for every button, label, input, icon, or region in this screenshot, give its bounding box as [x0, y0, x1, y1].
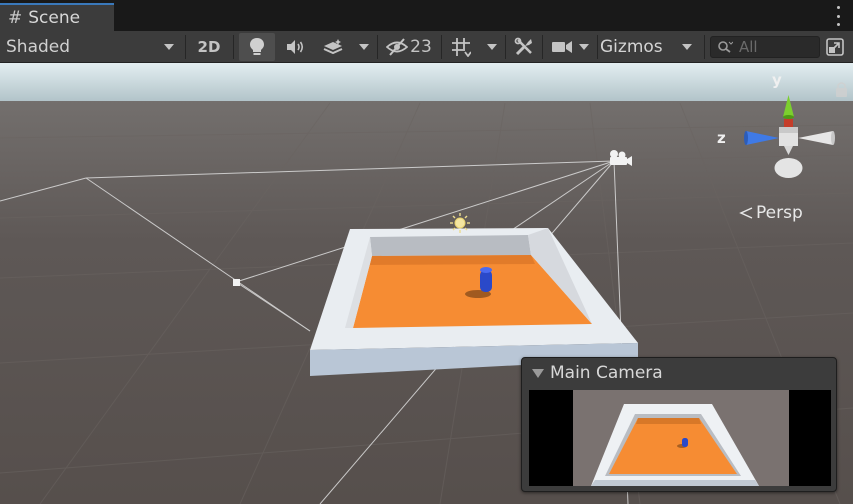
- camera-settings-button[interactable]: [544, 33, 596, 61]
- effects-dropdown[interactable]: [352, 33, 376, 61]
- axis-z-label: z: [717, 129, 726, 147]
- search-placeholder: All: [739, 38, 758, 56]
- collapse-triangle-icon[interactable]: [532, 368, 544, 378]
- chevron-down-icon: [359, 44, 369, 50]
- gizmo-x-neg-axis[interactable]: [798, 131, 833, 145]
- arena-back-wall: [370, 235, 531, 256]
- tab-scene[interactable]: # Scene: [0, 3, 114, 31]
- scene-toolbar: Shaded 2D 23 Gizmos All: [0, 31, 853, 63]
- sun-icon[interactable]: [450, 213, 470, 233]
- capsule-top: [480, 267, 492, 273]
- chevron-left-icon: [739, 207, 753, 219]
- scene-visibility-button[interactable]: 23: [380, 33, 438, 61]
- scene-search-input[interactable]: All: [710, 36, 820, 58]
- player-capsule[interactable]: [480, 270, 492, 292]
- chevron-down-icon: [682, 44, 692, 50]
- chevron-down-icon: [487, 44, 497, 50]
- camera-preview-image: [529, 390, 831, 486]
- search-icon: [718, 41, 733, 53]
- gizmo-y-axis[interactable]: [783, 95, 794, 117]
- more-options-icon[interactable]: [835, 6, 841, 26]
- tools-icon: [514, 37, 532, 56]
- grid-dropdown[interactable]: [480, 33, 504, 61]
- effects-layers-icon: [323, 39, 343, 55]
- lighting-toggle-button[interactable]: [239, 33, 275, 61]
- effects-toggle-button[interactable]: [316, 33, 350, 61]
- tab-scene-label: Scene: [28, 8, 81, 28]
- video-camera-icon: [552, 41, 572, 53]
- gizmo-y-neg-axis[interactable]: [774, 158, 803, 178]
- gizmo-z-axis[interactable]: [746, 131, 779, 145]
- gizmos-dropdown[interactable]: Gizmos: [598, 33, 702, 61]
- grid-icon: [452, 38, 471, 57]
- frustum-handle[interactable]: [233, 279, 240, 286]
- camera-preview-panel[interactable]: Main Camera: [521, 357, 837, 492]
- lock-icon[interactable]: [836, 82, 847, 97]
- chevron-down-icon: [579, 44, 589, 50]
- maximize-view-button[interactable]: [822, 33, 848, 61]
- orientation-gizmo[interactable]: [733, 63, 853, 193]
- hash-icon: #: [8, 8, 23, 28]
- audio-toggle-button[interactable]: [277, 33, 313, 61]
- projection-toggle[interactable]: Persp: [738, 203, 803, 223]
- projection-label: Persp: [756, 203, 803, 223]
- camera-preview-header[interactable]: Main Camera: [522, 358, 836, 388]
- hidden-count: 23: [410, 37, 432, 57]
- maximize-icon: [826, 38, 844, 56]
- shading-mode-dropdown[interactable]: Shaded: [0, 33, 182, 61]
- toggle-2d-button[interactable]: 2D: [190, 33, 228, 61]
- camera-preview-title: Main Camera: [550, 363, 663, 383]
- speaker-icon: [287, 40, 304, 54]
- grid-toggle-button[interactable]: [444, 33, 478, 61]
- gizmos-label: Gizmos: [600, 37, 663, 57]
- camera-preview-render: [529, 390, 831, 486]
- axis-y-label: y: [772, 71, 782, 89]
- scene-viewport[interactable]: y z Persp Main Camera: [0, 63, 853, 504]
- chevron-down-icon: [164, 44, 174, 50]
- eye-slash-icon: [386, 38, 409, 56]
- shading-mode-label: Shaded: [6, 37, 71, 57]
- lightbulb-icon: [250, 38, 264, 55]
- floor-shadow: [370, 255, 535, 265]
- tab-bar: # Scene: [0, 0, 853, 31]
- component-tools-button[interactable]: [508, 33, 540, 61]
